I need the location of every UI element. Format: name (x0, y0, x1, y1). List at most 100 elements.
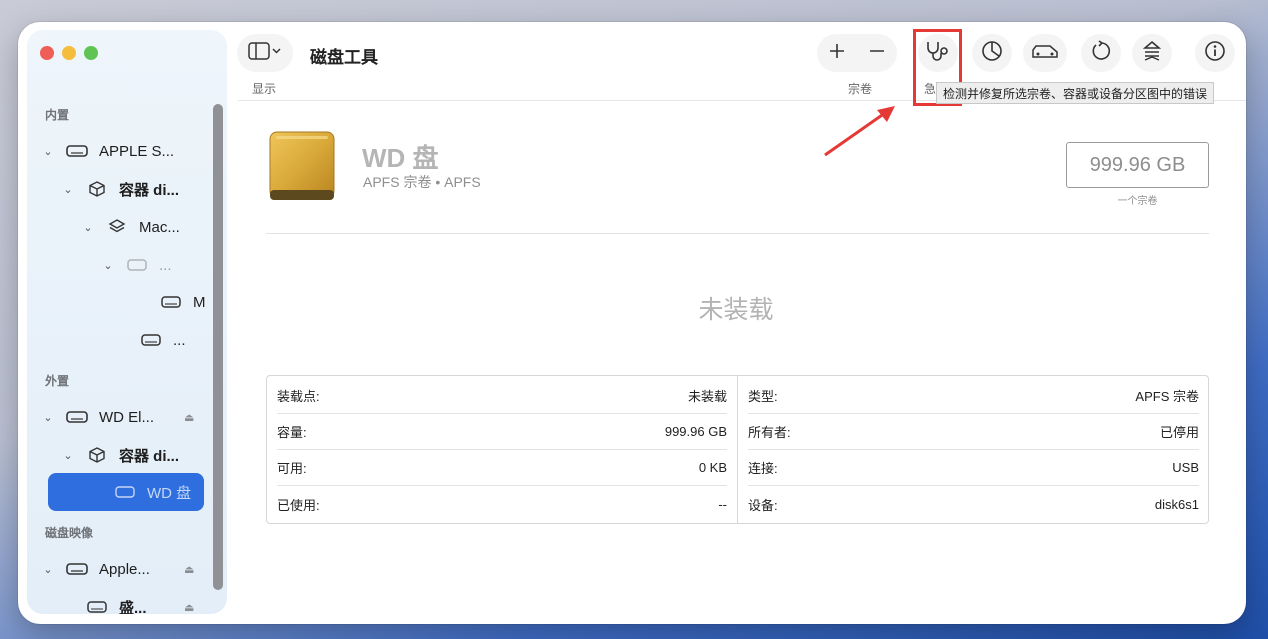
sidebar-item-label: Mac... (139, 218, 180, 236)
app-title: 磁盘工具 (310, 48, 378, 67)
info-key: 设备: (748, 497, 778, 513)
partition-button[interactable] (972, 34, 1012, 72)
drive-icon (125, 257, 149, 273)
eject-icon[interactable]: ⏏ (184, 411, 194, 424)
external-drive-icon (266, 130, 338, 209)
erase-icon (1031, 42, 1059, 65)
partition-icon (981, 40, 1003, 67)
info-value: 已停用 (1159, 425, 1199, 440)
info-column-right: 类型: APFS 宗卷 所有者: 已停用 连接: USB 设备: disk6s1 (738, 376, 1209, 523)
sidebar-icon (248, 41, 282, 65)
chevron-down-icon[interactable]: ⌄ (101, 259, 115, 272)
volume-label: 宗卷 (848, 82, 873, 96)
annotation-arrow (824, 106, 895, 157)
drive-icon (85, 599, 109, 614)
sidebar-item-wd-volume[interactable]: WD 盘 (113, 477, 191, 507)
drive-icon (139, 332, 163, 348)
sidebar-item-label: 容器 di... (119, 447, 180, 465)
section-disk-images: 磁盘映像 (45, 526, 94, 540)
sidebar-item-label: 容器 di... (119, 181, 180, 199)
unmount-icon (1141, 40, 1163, 67)
layers-icon (105, 219, 129, 235)
volume-subtitle: APFS 宗卷 • APFS (363, 174, 481, 190)
sidebar-item-label: Apple... (99, 560, 150, 578)
sidebar-item-label: 盛... (119, 599, 147, 615)
view-toggle-button[interactable] (237, 34, 293, 72)
sidebar-item-label: M (193, 293, 206, 311)
info-key: 所有者: (748, 425, 791, 440)
chevron-down-icon[interactable]: ⌄ (81, 221, 95, 234)
sidebar-item-volume-other[interactable]: ... (139, 325, 186, 355)
capacity-display: 999.96 GB (1066, 142, 1209, 188)
close-button[interactable] (40, 46, 54, 60)
info-key: 容量: (277, 425, 307, 440)
info-button[interactable] (1195, 34, 1235, 72)
volume-name: WD 盘 (362, 143, 439, 173)
chevron-down-icon[interactable]: ⌄ (61, 449, 75, 462)
chevron-down-icon[interactable]: ⌄ (61, 183, 75, 196)
sidebar-scrollbar[interactable] (213, 104, 223, 590)
info-value: 0 KB (698, 460, 727, 475)
drive-icon (65, 561, 89, 577)
info-key: 已使用: (277, 497, 320, 513)
restore-icon (1090, 39, 1112, 67)
eject-icon[interactable]: ⏏ (184, 563, 194, 576)
content-divider (266, 233, 1209, 234)
info-row-mount-point: 装载点: 未装载 (277, 378, 727, 414)
chevron-down-icon[interactable]: ⌄ (41, 411, 55, 424)
sidebar-item-apple-image[interactable]: ⌄ Apple... ⏏ (41, 554, 201, 584)
restore-button[interactable] (1081, 34, 1121, 72)
info-value: disk6s1 (1154, 496, 1199, 512)
sidebar-item-wd-elements[interactable]: ⌄ WD El... ⏏ (41, 402, 201, 432)
window-controls (40, 46, 98, 60)
unmount-button[interactable] (1132, 34, 1172, 72)
zoom-button[interactable] (84, 46, 98, 60)
volume-button-group (817, 34, 897, 72)
info-value: 未装载 (687, 389, 727, 404)
sidebar-item-snapshot[interactable]: ⌄ ... (101, 250, 172, 280)
sidebar-item-container-2[interactable]: ⌄ 容器 di... (61, 440, 179, 470)
section-external: 外置 (45, 374, 70, 388)
info-value: APFS 宗卷 (1135, 389, 1199, 404)
info-row-connection: 连接: USB (748, 450, 1199, 486)
minimize-button[interactable] (62, 46, 76, 60)
info-row-available: 可用: 0 KB (277, 450, 727, 486)
info-table: 装载点: 未装载 容量: 999.96 GB 可用: 0 KB 已使用: -- … (266, 375, 1209, 524)
sidebar-item-label: ... (173, 331, 186, 349)
info-row-device: 设备: disk6s1 (748, 486, 1199, 522)
sidebar-item-volume-m[interactable]: M (159, 287, 206, 317)
info-key: 连接: (748, 461, 778, 476)
info-key: 可用: (277, 461, 307, 476)
info-row-capacity: 容量: 999.96 GB (277, 414, 727, 450)
sidebar-item-container-1[interactable]: ⌄ 容器 di... (61, 174, 179, 204)
eject-icon[interactable]: ⏏ (184, 601, 194, 614)
erase-button[interactable] (1023, 34, 1067, 72)
info-value: USB (1172, 460, 1199, 475)
info-value: -- (718, 496, 727, 512)
sidebar-item-label: APPLE S... (99, 142, 175, 160)
drive-icon (65, 409, 89, 425)
drive-icon (159, 294, 183, 310)
minus-icon[interactable] (868, 42, 886, 65)
view-label: 显示 (252, 82, 277, 96)
sidebar-item-apple-ssd[interactable]: ⌄ APPLE S... (41, 136, 174, 166)
sidebar-item-label: ... (159, 256, 172, 274)
drive-icon (65, 143, 89, 159)
sidebar-item-macintosh[interactable]: ⌄ Mac... (81, 212, 180, 242)
chevron-down-icon[interactable]: ⌄ (41, 145, 55, 158)
info-row-used: 已使用: -- (277, 486, 727, 522)
chevron-down-icon[interactable]: ⌄ (41, 563, 55, 576)
mount-state: 未装载 (698, 296, 774, 324)
info-row-type: 类型: APFS 宗卷 (748, 378, 1199, 414)
container-icon (85, 181, 109, 197)
info-column-left: 装载点: 未装载 容量: 999.96 GB 可用: 0 KB 已使用: -- (267, 376, 738, 523)
info-key: 装载点: (277, 389, 320, 404)
sidebar-item-label: WD El... (99, 408, 154, 426)
plus-icon[interactable] (828, 42, 846, 65)
drive-icon (113, 484, 137, 500)
sidebar: 内置 ⌄ APPLE S... ⌄ 容器 di... ⌄ Mac... ⌄ ..… (27, 30, 227, 614)
info-icon (1204, 40, 1226, 67)
capacity-caption: 一个宗卷 (1117, 196, 1158, 207)
info-key: 类型: (748, 389, 778, 404)
sidebar-item-image-volume[interactable]: 盛... ⏏ (85, 592, 203, 614)
